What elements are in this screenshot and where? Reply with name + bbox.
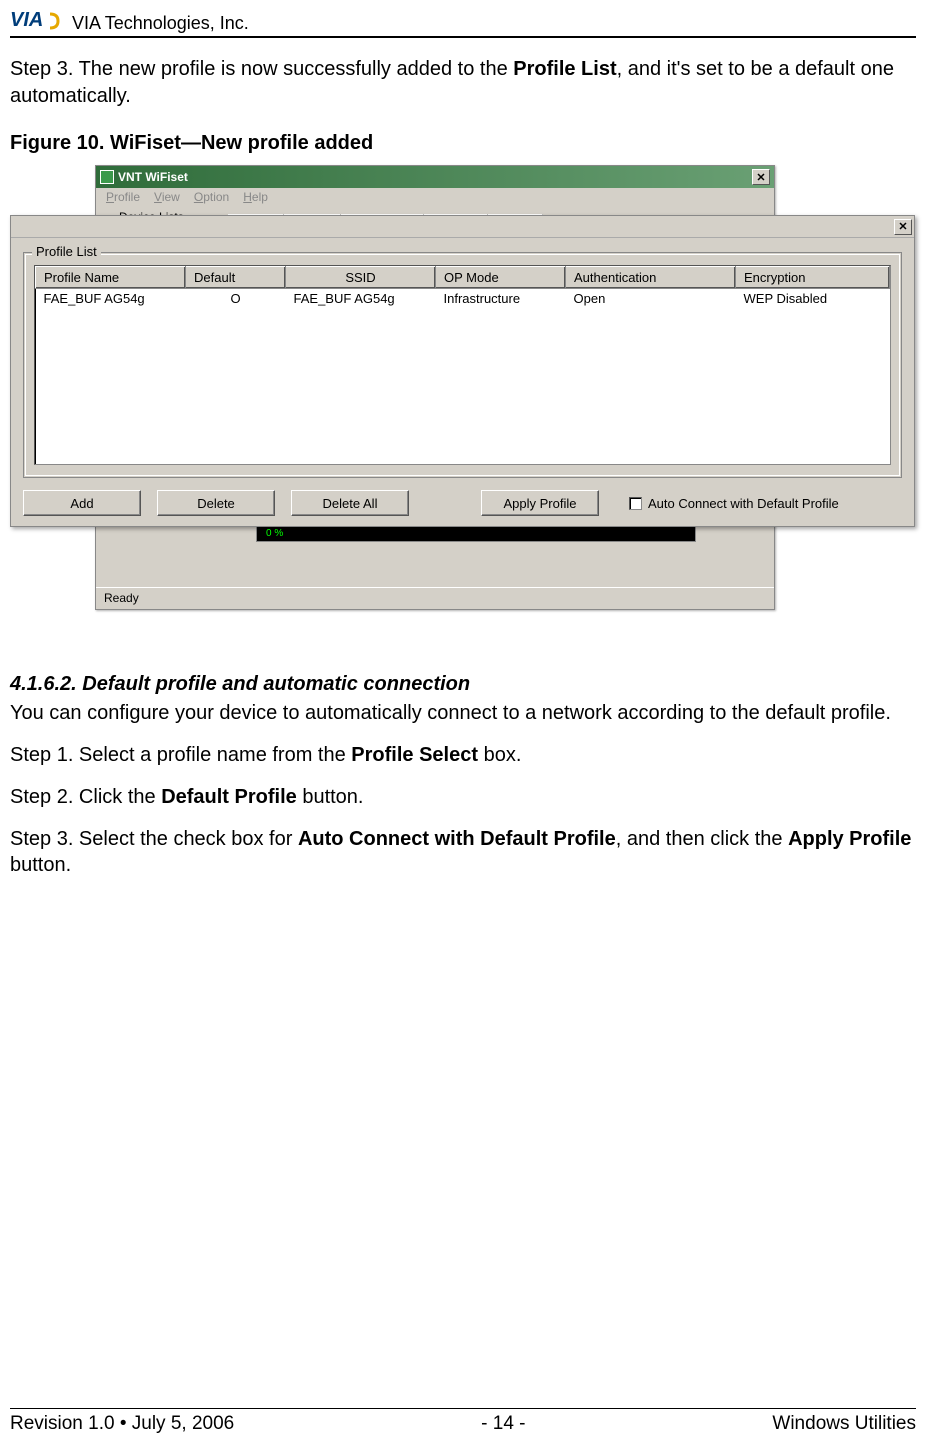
figure-caption: Figure 10. WiFiset—New profile added (10, 132, 916, 155)
logo: VIA (10, 8, 66, 34)
col-ssid[interactable]: SSID (286, 267, 436, 289)
statusbar: Ready (96, 587, 774, 609)
table-row[interactable]: FAE_BUF AG54g O FAE_BUF AG54g Infrastruc… (36, 289, 890, 309)
col-authentication[interactable]: Authentication (566, 267, 736, 289)
window-title: VNT WiFiset (118, 170, 188, 184)
col-op-mode[interactable]: OP Mode (436, 267, 566, 289)
substep-3: Step 3. Select the check box for Auto Co… (10, 826, 916, 878)
profile-table-wrap: Profile Name Default SSID OP Mode Authen… (34, 265, 891, 465)
cell-encryption: WEP Disabled (736, 289, 890, 309)
substep-1: Step 1. Select a profile name from the P… (10, 742, 916, 768)
profile-list-group: Profile List Profile Name Default SSID O… (23, 252, 902, 478)
cell-ssid: FAE_BUF AG54g (286, 289, 436, 309)
cell-default: O (186, 289, 286, 309)
profile-table: Profile Name Default SSID OP Mode Authen… (35, 266, 890, 308)
svg-text:VIA: VIA (10, 9, 43, 31)
cell-profile-name: FAE_BUF AG54g (36, 289, 186, 309)
signal-bar (256, 526, 696, 542)
menubar: Profile View Option Help (96, 188, 774, 208)
page-footer: Revision 1.0 • July 5, 2006 - 14 - Windo… (10, 1408, 916, 1435)
checkbox-icon[interactable] (629, 497, 642, 510)
dialog-titlebar: ✕ (11, 216, 914, 238)
footer-section: Windows Utilities (772, 1413, 916, 1435)
close-icon[interactable]: ✕ (752, 169, 770, 185)
via-logo-icon: VIA (10, 8, 66, 34)
col-profile-name[interactable]: Profile Name (36, 267, 186, 289)
footer-page-number: - 14 - (481, 1413, 525, 1435)
menu-help[interactable]: Help (243, 190, 268, 206)
cell-op-mode: Infrastructure (436, 289, 566, 309)
profile-list-dialog: ✕ Profile List Profile Name Default SSID… (10, 215, 915, 527)
menu-profile[interactable]: Profile (106, 190, 140, 206)
screenshot: VNT WiFiset ✕ Profile View Option Help D… (95, 165, 915, 645)
auto-connect-label: Auto Connect with Default Profile (648, 496, 839, 511)
company-name: VIA Technologies, Inc. (72, 13, 249, 34)
col-default[interactable]: Default (186, 267, 286, 289)
button-row: Add Delete Delete All Apply Profile Auto… (23, 490, 902, 516)
auto-connect-checkbox[interactable]: Auto Connect with Default Profile (629, 496, 839, 511)
delete-all-button[interactable]: Delete All (291, 490, 409, 516)
close-icon[interactable]: ✕ (894, 219, 912, 235)
app-icon (100, 170, 114, 184)
page-header: VIA VIA Technologies, Inc. (10, 0, 916, 38)
step3-text: Step 3. The new profile is now successfu… (10, 56, 916, 110)
footer-revision: Revision 1.0 • July 5, 2006 (10, 1413, 234, 1435)
apply-profile-button[interactable]: Apply Profile (481, 490, 599, 516)
signal-percent: 0 % (266, 528, 283, 539)
substep-2: Step 2. Click the Default Profile button… (10, 784, 916, 810)
menu-option[interactable]: Option (194, 190, 229, 206)
cell-authentication: Open (566, 289, 736, 309)
subsection-intro: You can configure your device to automat… (10, 700, 916, 726)
profile-list-label: Profile List (32, 244, 101, 259)
menu-view[interactable]: View (154, 190, 180, 206)
col-encryption[interactable]: Encryption (736, 267, 890, 289)
titlebar: VNT WiFiset ✕ (96, 166, 774, 188)
delete-button[interactable]: Delete (157, 490, 275, 516)
subsection-heading: 4.1.6.2. Default profile and automatic c… (10, 673, 916, 696)
add-button[interactable]: Add (23, 490, 141, 516)
table-header-row: Profile Name Default SSID OP Mode Authen… (36, 267, 890, 289)
